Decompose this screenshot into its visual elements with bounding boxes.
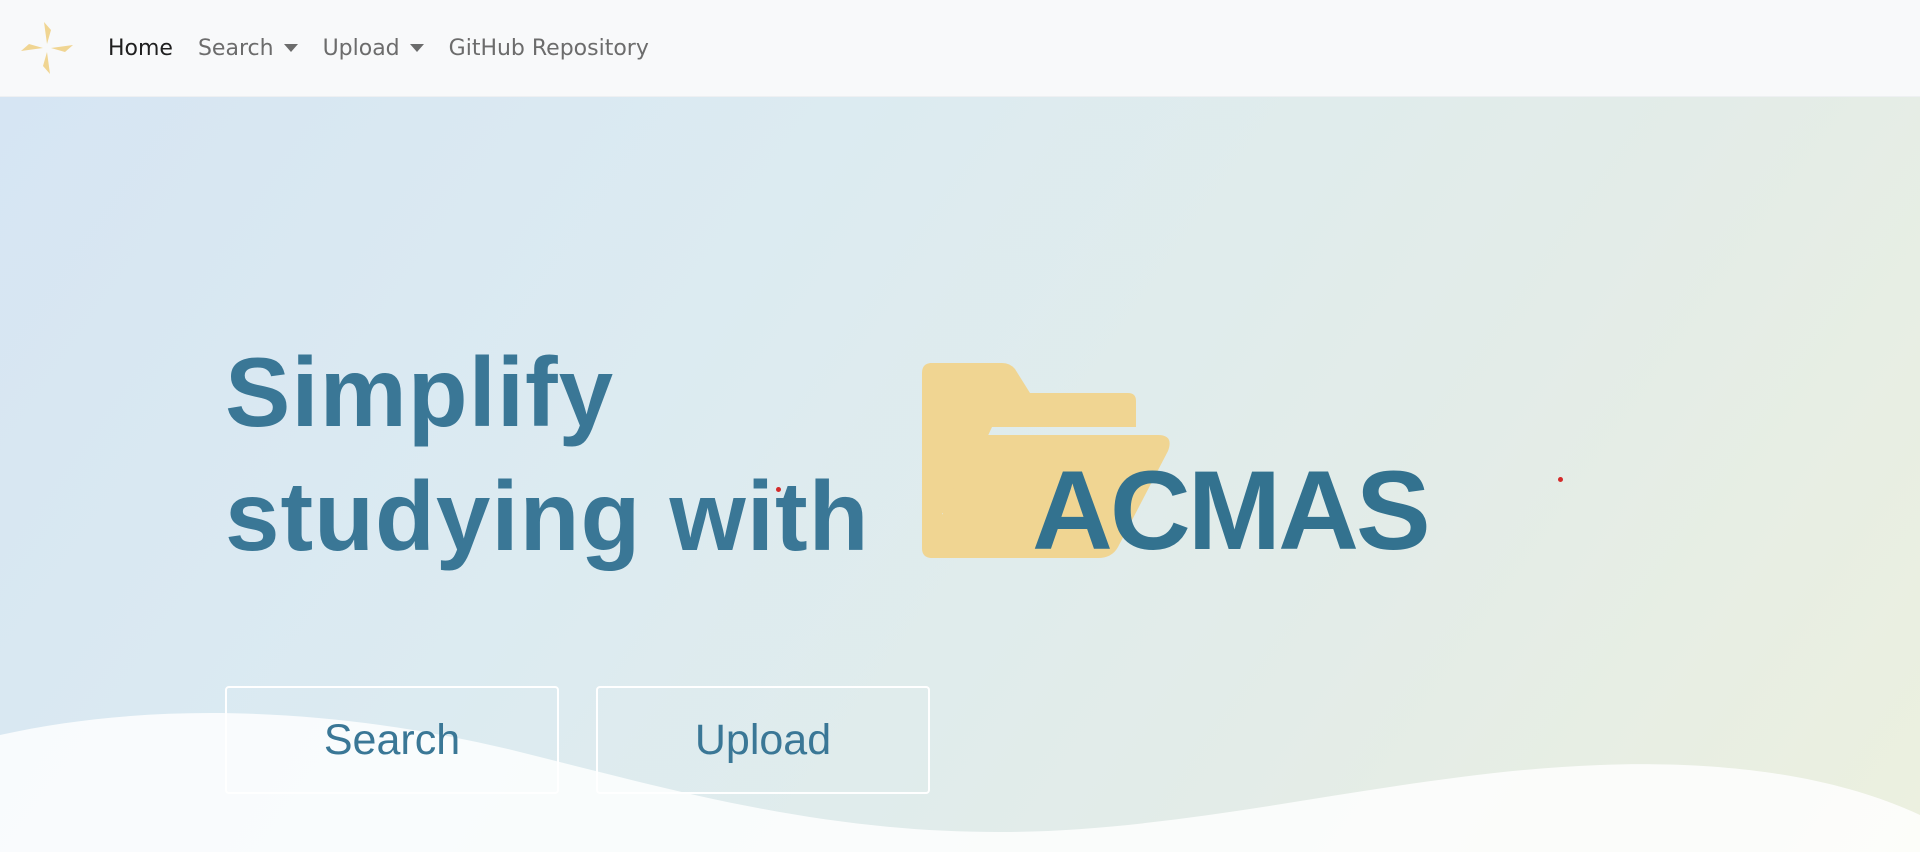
hero-section: Simplify studying with ACMAS Search Uplo… xyxy=(0,97,1920,852)
acmas-logo: ACMAS xyxy=(922,363,1442,573)
chevron-down-icon xyxy=(283,44,298,52)
nav-upload-label: Upload xyxy=(322,35,400,61)
headline-line-1: Simplify xyxy=(225,337,615,447)
nav-search-label: Search xyxy=(197,35,274,61)
nav-upload-dropdown[interactable]: Upload xyxy=(323,36,424,61)
pinwheel-logo-icon[interactable] xyxy=(19,20,75,76)
nav-home-link[interactable]: Home xyxy=(108,36,173,61)
top-navbar: Home Search Upload GitHub Repository xyxy=(0,0,1920,97)
hero-headline: Simplify studying with xyxy=(225,330,870,578)
nav-home-label: Home xyxy=(108,35,173,61)
hero-search-button[interactable]: Search xyxy=(225,686,559,794)
nav-search-dropdown[interactable]: Search xyxy=(198,36,298,61)
hero-upload-button[interactable]: Upload xyxy=(596,686,930,794)
cursor-marker xyxy=(776,487,781,492)
cursor-marker xyxy=(1558,477,1563,482)
headline-line-2: studying with xyxy=(225,461,870,571)
nav-menu: Home Search Upload GitHub Repository xyxy=(108,36,674,61)
logo-text: ACMAS xyxy=(1032,448,1428,563)
nav-github-label: GitHub Repository xyxy=(448,35,649,61)
chevron-down-icon xyxy=(409,44,424,52)
nav-github-link[interactable]: GitHub Repository xyxy=(449,36,649,61)
